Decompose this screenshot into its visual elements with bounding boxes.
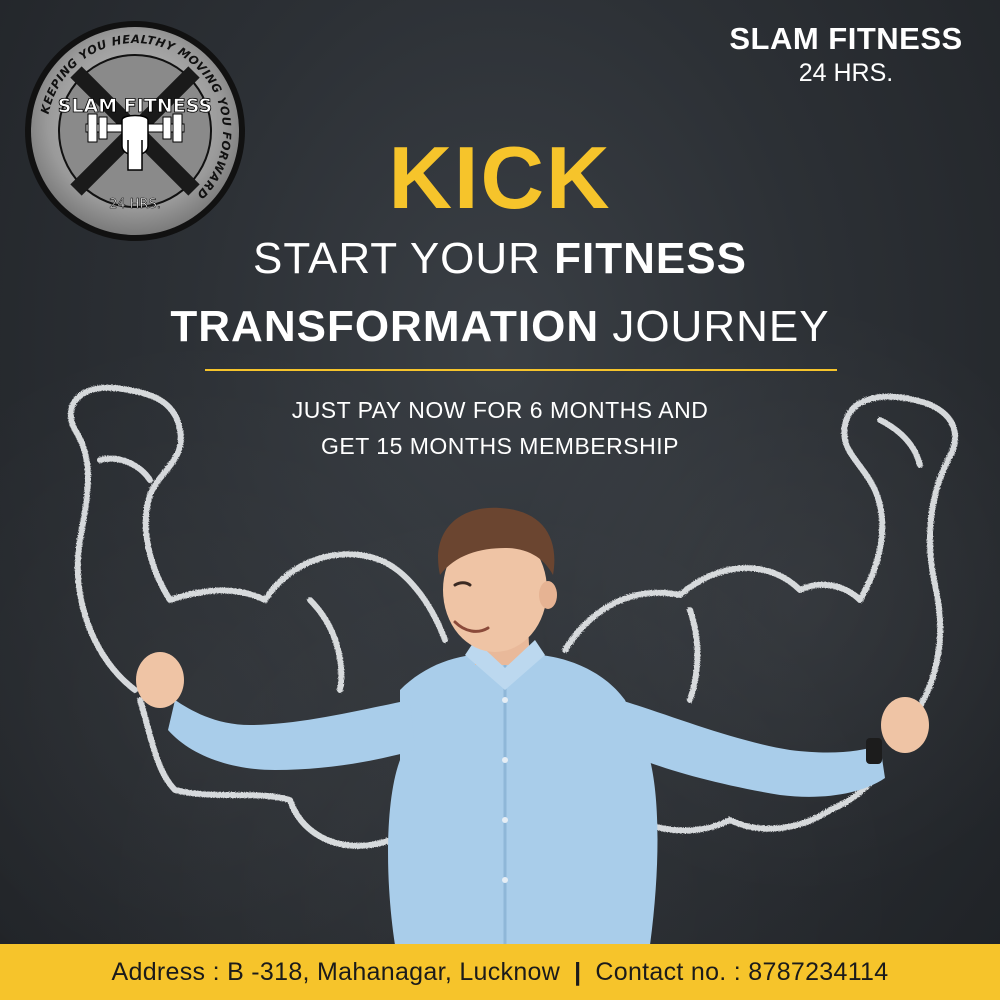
headline-divider xyxy=(205,369,837,371)
headline-line-3: TRANSFORMATION JOURNEY xyxy=(100,300,900,354)
headline-line-3-bold: TRANSFORMATION xyxy=(170,302,600,351)
left-fist xyxy=(136,652,184,708)
blue-shirt xyxy=(388,653,658,945)
man-figure xyxy=(136,507,929,945)
headline-kick: KICK xyxy=(388,128,612,227)
brand-name: SLAM FITNESS xyxy=(729,21,963,56)
footer-contact: Contact no. : 8787234114 xyxy=(595,957,889,986)
headline-line-2: START YOUR FITNESS xyxy=(100,232,900,286)
offer-line-1: JUST PAY NOW FOR 6 MONTHS AND xyxy=(291,397,709,423)
footer-bar: Address : B -318, Mahanagar, Lucknow | C… xyxy=(0,944,1000,1000)
right-sleeve xyxy=(620,700,885,797)
headline-line-2-bold: FITNESS xyxy=(554,234,747,283)
headline-line-2-regular: START YOUR xyxy=(253,234,555,283)
wristwatch xyxy=(866,738,882,764)
logo-name: SLAM FITNESS xyxy=(58,95,212,117)
headline: KICK START YOUR FITNESS TRANSFORMATION J… xyxy=(100,130,900,354)
footer-address: Address : B -318, Mahanagar, Lucknow xyxy=(111,957,561,986)
right-fist xyxy=(881,697,929,753)
fitness-poster: KEEPING YOU HEALTHY MOVING YOU FORWARD S… xyxy=(0,0,1000,1000)
offer-text: JUST PAY NOW FOR 6 MONTHS AND GET 15 MON… xyxy=(150,392,850,464)
footer-separator: | xyxy=(574,957,582,986)
brand-hours: 24 HRS. xyxy=(798,59,894,87)
headline-line-3-regular: JOURNEY xyxy=(599,302,830,351)
brand-block: SLAM FITNESS 24 HRS. xyxy=(716,22,976,88)
left-sleeve xyxy=(168,700,415,770)
offer-line-2: GET 15 MONTHS MEMBERSHIP xyxy=(321,433,679,459)
